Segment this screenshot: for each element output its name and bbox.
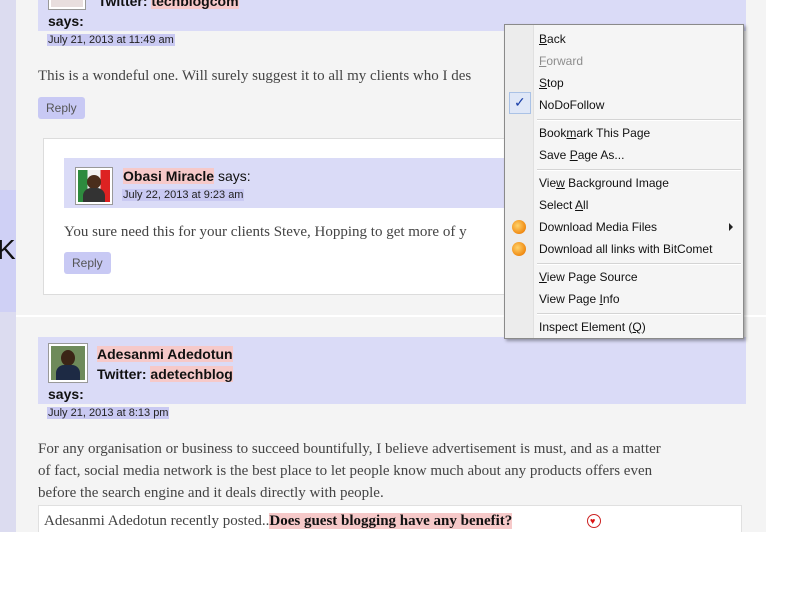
context-menu: ✓ Back Forward Stop NoDoFollow Bookmark … [504, 24, 744, 339]
menu-item-bookmark-page[interactable]: Bookmark This Page [539, 126, 650, 140]
menu-item-view-page-info[interactable]: View Page Info [539, 292, 620, 306]
menu-icon-gutter [505, 25, 534, 338]
checkmark-icon: ✓ [509, 92, 531, 114]
menu-item-stop[interactable]: Stop [539, 76, 564, 90]
bitcomet-icon [512, 242, 526, 256]
recent-post-link[interactable]: Does guest blogging have any benefit? [269, 513, 513, 529]
menu-item-inspect-element[interactable]: Inspect Element (Q) [539, 320, 646, 334]
comment-date-link[interactable]: July 21, 2013 at 8:13 pm [47, 407, 170, 419]
recently-posted-label: Adesanmi Adedotun recently posted.. [44, 513, 270, 529]
menu-separator [537, 119, 741, 121]
twitter-label: Twitter: [97, 366, 147, 382]
menu-item-select-all[interactable]: Select All [539, 198, 588, 212]
avatar [48, 343, 88, 383]
menu-item-view-background-image[interactable]: View Background Image [539, 176, 669, 190]
comment-body-line: For any organisation or business to succ… [38, 441, 661, 457]
comment-date-link[interactable]: July 21, 2013 at 11:49 am [47, 34, 175, 46]
nested-comment: Obasi Miracle says: July 22, 2013 at 9:2… [43, 138, 515, 295]
submenu-arrow-icon [729, 223, 733, 231]
says-label: says: [217, 168, 251, 184]
reply-button[interactable]: Reply [64, 252, 111, 274]
comment-date-link[interactable]: July 22, 2013 at 9:23 am [122, 189, 245, 201]
says-label: says: [48, 386, 84, 402]
comment-body: You sure need this for your clients Stev… [64, 224, 467, 240]
right-rail [766, 0, 792, 532]
twitter-label: Twitter: [98, 0, 148, 9]
comment-body-line: before the search engine and it deals di… [38, 485, 384, 501]
comment-body: This is a wondeful one. Will surely sugg… [38, 68, 472, 84]
twitter-handle-link[interactable]: techblogcom [151, 0, 239, 9]
avatar [75, 167, 113, 205]
author-name-link: Adesanmi Adedotun [97, 346, 233, 362]
menu-item-download-media-files[interactable]: Download Media Files [539, 220, 657, 234]
menu-item-back[interactable]: Back [539, 32, 566, 46]
menu-item-save-page[interactable]: Save Page As... [539, 148, 624, 162]
reply-button[interactable]: Reply [38, 97, 85, 119]
menu-item-forward[interactable]: Forward [539, 54, 583, 68]
twitter-handle-link[interactable]: adetechblog [150, 366, 233, 382]
author-name-link[interactable]: Obasi Miracle [123, 168, 215, 184]
menu-item-download-bitcomet[interactable]: Download all links with BitComet [539, 242, 712, 256]
avatar [48, 0, 86, 10]
menu-separator [537, 313, 741, 315]
heart-icon: ♥ [587, 514, 601, 528]
menu-separator [537, 169, 741, 171]
menu-separator [537, 263, 741, 265]
says-label: says: [48, 13, 84, 29]
comment-body-line: of fact, social media network is the bes… [38, 463, 653, 479]
menu-item-view-page-source[interactable]: View Page Source [539, 270, 638, 284]
recently-posted-box: Adesanmi Adedotun recently posted..Does … [38, 505, 742, 532]
media-download-icon [512, 220, 526, 234]
menu-item-nodofollow[interactable]: NoDoFollow [539, 98, 604, 112]
side-tab-glyph: K [0, 234, 16, 265]
